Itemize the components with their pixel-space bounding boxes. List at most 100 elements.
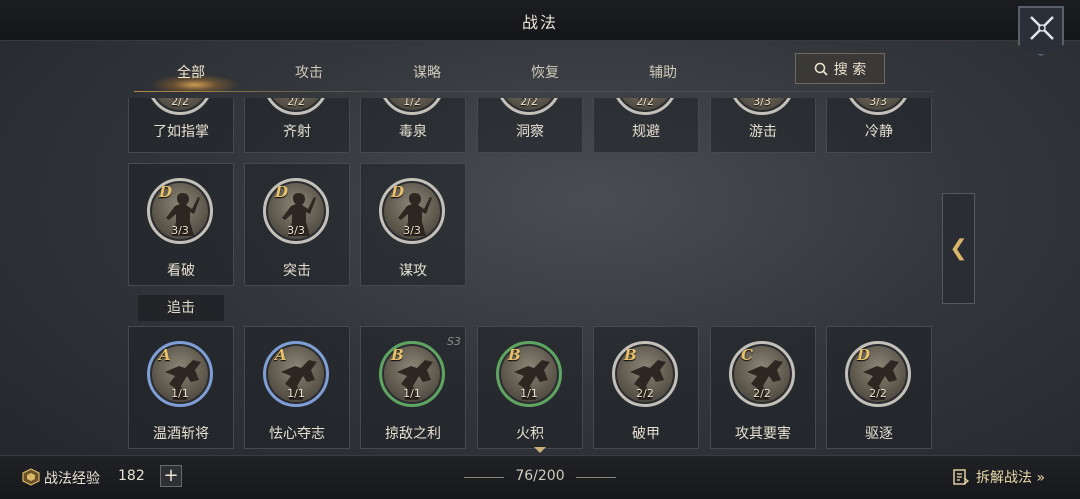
tactic-count: 2/2 [753, 387, 771, 400]
tactic-card[interactable]: 1/2 毒泉 [360, 98, 466, 153]
tactic-count: 2/2 [636, 98, 654, 108]
tactic-medal: D 3/3 [379, 178, 445, 244]
tactic-count: 1/1 [287, 387, 305, 400]
tab-attack[interactable]: 攻击 [264, 62, 354, 82]
dismantle-icon [953, 469, 970, 485]
tactic-count: 1/1 [171, 387, 189, 400]
side-panel-toggle[interactable]: ❮ [942, 193, 975, 304]
tactic-name: 规避 [632, 124, 660, 140]
tactic-medal: B 2/2 [612, 341, 678, 407]
dismantle-label: 拆解战法 » [976, 470, 1046, 486]
chevron-left-icon: ❮ [949, 236, 968, 261]
grade-letter: C [741, 346, 753, 364]
tactic-count: 2/2 [287, 98, 305, 108]
tactic-card[interactable]: S3 B 1/1 掠敌之利 [360, 326, 466, 449]
tactic-medal: D 2/2 [845, 341, 911, 407]
tab-support[interactable]: 辅助 [618, 62, 708, 82]
tactic-medal: 2/2 [147, 98, 213, 115]
tactics-grid: 2/2 了如指掌 2/2 齐射 1/2 毒泉 2/2 洞察 2/2 规避 3/3… [0, 98, 1080, 455]
tactic-name: 看破 [167, 263, 195, 279]
tactic-card[interactable]: B 2/2 破甲 [593, 326, 699, 449]
tactic-count: 3/3 [403, 224, 421, 237]
tactic-card[interactable]: D 3/3 看破 [128, 163, 234, 286]
tactic-medal: B 1/1 [496, 341, 562, 407]
tactic-count: 3/3 [869, 98, 887, 108]
tactic-name: 齐射 [283, 124, 311, 140]
tactic-card[interactable]: 2/2 了如指掌 [128, 98, 234, 153]
tab-strategy[interactable]: 谋略 [382, 62, 472, 82]
tactic-medal: 3/3 [845, 98, 911, 115]
grade-letter: A [159, 346, 171, 364]
search-button[interactable]: 搜 索 [795, 53, 885, 84]
tactic-medal: 2/2 [263, 98, 329, 115]
tactic-card[interactable]: 2/2 规避 [593, 98, 699, 153]
tactic-name: 驱逐 [865, 426, 893, 442]
close-swords-icon [1030, 16, 1054, 40]
tactic-medal: A 1/1 [147, 341, 213, 407]
tactic-card[interactable]: 2/2 齐射 [244, 98, 350, 153]
tactic-name: 了如指掌 [153, 124, 209, 140]
section-label-pursuit: 追击 [138, 295, 224, 321]
tactic-name: 毒泉 [399, 124, 427, 140]
grade-letter: B [391, 346, 404, 364]
tab-all[interactable]: 全部 [146, 62, 236, 82]
tactic-card[interactable]: D 3/3 突击 [244, 163, 350, 286]
tactic-count: 2/2 [520, 98, 538, 108]
tactic-name: 破甲 [632, 426, 660, 442]
dismantle-tactics-button[interactable]: 拆解战法 » [952, 467, 1045, 487]
tactic-medal: 2/2 [496, 98, 562, 115]
tactic-count: 2/2 [636, 387, 654, 400]
tactic-card[interactable]: 3/3 冷静 [826, 98, 932, 153]
tactic-count: 3/3 [287, 224, 305, 237]
tactic-card[interactable]: 2/2 洞察 [477, 98, 583, 153]
tactic-medal: D 3/3 [263, 178, 329, 244]
tactic-name: 攻其要害 [735, 426, 791, 442]
tab-recovery[interactable]: 恢复 [500, 62, 590, 82]
tactic-name: 怯心夺志 [269, 426, 325, 442]
close-button[interactable] [1018, 6, 1064, 56]
tactic-name: 游击 [749, 124, 777, 140]
tactic-card[interactable]: D 2/2 驱逐 [826, 326, 932, 449]
tactic-card[interactable]: B 1/1 火积 [477, 326, 583, 449]
tactic-medal: C 2/2 [729, 341, 795, 407]
tactic-name: 火积 [516, 426, 544, 442]
tactic-card[interactable]: 3/3 游击 [710, 98, 816, 153]
tactic-count: 1/1 [520, 387, 538, 400]
grade-letter: D [391, 183, 405, 201]
tactic-name: 洞察 [516, 124, 544, 140]
tactic-name: 掠敌之利 [385, 426, 441, 442]
grade-letter: D [857, 346, 871, 364]
bottom-bar: 战法经验 182 + 76/200 拆解战法 » [0, 455, 1080, 499]
tactic-card[interactable]: C 2/2 攻其要害 [710, 326, 816, 449]
grade-letter: B [624, 346, 637, 364]
caret-down-icon [534, 447, 546, 453]
tactic-name: 冷静 [865, 124, 893, 140]
divider-right [576, 477, 616, 478]
tactic-card[interactable]: A 1/1 怯心夺志 [244, 326, 350, 449]
tactic-card[interactable]: D 3/3 谋攻 [360, 163, 466, 286]
tactic-medal: 3/3 [729, 98, 795, 115]
tactic-count: 1/1 [403, 387, 421, 400]
tactic-count: 1/2 [403, 98, 421, 108]
tactic-name: 突击 [283, 263, 311, 279]
tactic-medal: D 3/3 [147, 178, 213, 244]
tactic-medal: B 1/1 [379, 341, 445, 407]
grade-letter: D [275, 183, 289, 201]
tactic-medal: A 1/1 [263, 341, 329, 407]
tactic-card[interactable]: A 1/1 温酒斩将 [128, 326, 234, 449]
tactic-count: 2/2 [171, 98, 189, 108]
top-bar: 战法 [0, 0, 1080, 41]
search-icon [814, 62, 828, 76]
tactic-name: 温酒斩将 [153, 426, 209, 442]
season-tag: S3 [447, 335, 461, 348]
tactic-count: 3/3 [753, 98, 771, 108]
tactic-medal: 2/2 [612, 98, 678, 115]
tactic-count-total: 76/200 [515, 468, 565, 484]
tactic-count: 3/3 [171, 224, 189, 237]
tactic-name: 谋攻 [399, 263, 427, 279]
grade-letter: A [275, 346, 287, 364]
page-title: 战法 [521, 13, 558, 32]
tactic-count: 2/2 [869, 387, 887, 400]
tactic-medal: 1/2 [379, 98, 445, 115]
search-label: 搜 索 [833, 61, 867, 78]
